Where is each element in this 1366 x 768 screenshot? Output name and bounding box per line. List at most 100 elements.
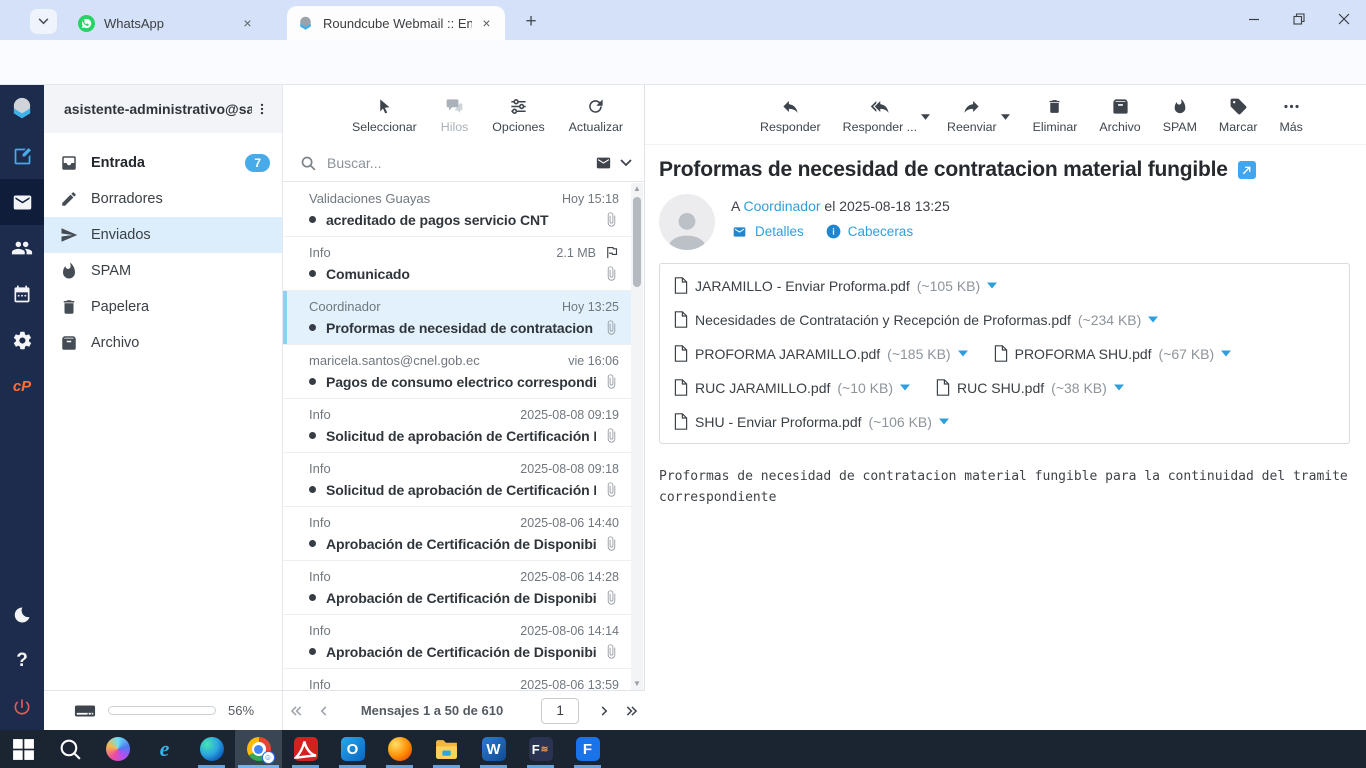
search-scope-button[interactable] — [594, 155, 632, 171]
cpanel-logo[interactable]: cP — [0, 363, 44, 409]
tab-whatsapp[interactable]: WhatsApp × — [68, 6, 266, 40]
rail-calendar-button[interactable] — [0, 271, 44, 317]
folder-item[interactable]: Entrada 7 — [44, 145, 282, 181]
taskbar-app-button[interactable] — [94, 730, 141, 768]
attachment-item[interactable]: SHU - Enviar Proforma.pdf (~106 KB) — [674, 413, 949, 430]
open-in-new-window-icon[interactable] — [1237, 161, 1256, 179]
attachment-menu-caret-icon[interactable] — [938, 418, 949, 425]
attachment-menu-caret-icon[interactable] — [1113, 384, 1124, 391]
attachment-name[interactable]: RUC JARAMILLO.pdf — [695, 380, 830, 396]
attachment-menu-caret-icon[interactable] — [987, 282, 998, 289]
account-header[interactable]: asistente-administrativo@sa... — [44, 85, 282, 133]
folder-item[interactable]: Enviados — [44, 217, 282, 253]
reply-all-caret-icon[interactable] — [921, 113, 931, 120]
taskbar-app-button[interactable] — [423, 730, 470, 768]
message-row[interactable]: Info 2025-08-06 14:28 Aprobación de Cert… — [283, 561, 633, 615]
attachment-item[interactable]: RUC JARAMILLO.pdf (~10 KB) — [674, 379, 911, 396]
search-input[interactable] — [327, 155, 584, 171]
attachment-item[interactable]: PROFORMA JARAMILLO.pdf (~185 KB) — [674, 345, 968, 362]
window-restore-button[interactable] — [1276, 0, 1321, 38]
message-row[interactable]: maricela.santos@cnel.gob.ec vie 16:06 Pa… — [283, 345, 633, 399]
roundcube-logo[interactable] — [0, 85, 44, 133]
last-page-button[interactable] — [624, 704, 640, 718]
logout-button[interactable] — [0, 684, 44, 730]
taskbar-app-button[interactable]: F — [564, 730, 611, 768]
window-close-button[interactable] — [1321, 0, 1366, 38]
account-menu-icon[interactable] — [252, 102, 272, 116]
taskbar-app-button[interactable]: ☺ — [235, 730, 282, 768]
attachment-menu-caret-icon[interactable] — [957, 350, 968, 357]
details-toggle[interactable]: Detalles — [731, 224, 804, 239]
message-row[interactable]: Validaciones Guayas Hoy 15:18 acreditado… — [283, 183, 633, 237]
headers-toggle[interactable]: Cabeceras — [826, 224, 913, 239]
attachment-menu-caret-icon[interactable] — [900, 384, 911, 391]
attachment-name[interactable]: RUC SHU.pdf — [957, 380, 1044, 396]
page-number-input[interactable] — [541, 697, 580, 724]
taskbar-app-button[interactable]: e — [141, 730, 188, 768]
spam-button[interactable]: SPAM — [1156, 92, 1204, 138]
message-row[interactable]: Info 2025-08-06 13:59 — [283, 669, 633, 690]
window-minimize-button[interactable] — [1231, 0, 1276, 38]
first-page-button[interactable] — [288, 704, 304, 718]
message-row[interactable]: Coordinador Hoy 13:25 Proformas de neces… — [283, 291, 633, 345]
rail-mail-button[interactable] — [0, 179, 44, 225]
taskbar-app-button[interactable] — [282, 730, 329, 768]
attachment-name[interactable]: Necesidades de Contratación y Recepción … — [695, 312, 1071, 328]
rail-contacts-button[interactable] — [0, 225, 44, 271]
taskbar-app-button[interactable] — [0, 730, 47, 768]
folder-item[interactable]: SPAM — [44, 253, 282, 289]
more-button[interactable]: Más — [1272, 92, 1309, 138]
taskbar-app-button[interactable] — [376, 730, 423, 768]
tab-close-icon[interactable]: × — [478, 15, 495, 32]
folder-item[interactable]: Papelera — [44, 289, 282, 325]
folder-item[interactable]: Borradores — [44, 181, 282, 217]
attachment-item[interactable]: Necesidades de Contratación y Recepción … — [674, 311, 1159, 328]
next-page-button[interactable] — [599, 704, 610, 718]
taskbar-app-button[interactable]: W — [470, 730, 517, 768]
flag-icon[interactable] — [604, 245, 619, 260]
archive-button[interactable]: Archivo — [1092, 92, 1147, 138]
list-scrollbar[interactable]: ▲ ▼ — [631, 183, 643, 690]
threads-button[interactable]: Hilos — [434, 92, 476, 138]
taskbar-app-button[interactable]: F ≋ — [517, 730, 564, 768]
scrollbar-thumb[interactable] — [633, 197, 641, 287]
taskbar-app-button[interactable] — [47, 730, 94, 768]
attachment-name[interactable]: JARAMILLO - Enviar Proforma.pdf — [695, 278, 910, 294]
help-button[interactable]: ? — [0, 638, 44, 684]
new-tab-button[interactable]: + — [518, 9, 544, 35]
attachment-name[interactable]: PROFORMA SHU.pdf — [1015, 346, 1152, 362]
recipient-link[interactable]: Coordinador — [743, 198, 820, 214]
mark-button[interactable]: Marcar — [1212, 92, 1265, 138]
tab-close-icon[interactable]: × — [239, 15, 256, 32]
options-button[interactable]: Opciones — [485, 92, 551, 138]
rail-settings-button[interactable] — [0, 317, 44, 363]
compose-button[interactable] — [0, 133, 44, 179]
message-row[interactable]: Info 2025-08-08 09:18 Solicitud de aprob… — [283, 453, 633, 507]
taskbar-app-button[interactable] — [188, 730, 235, 768]
message-row[interactable]: Info 2025-08-06 14:14 Aprobación de Cert… — [283, 615, 633, 669]
attachment-menu-caret-icon[interactable] — [1221, 350, 1232, 357]
select-button[interactable]: Seleccionar — [345, 92, 424, 138]
message-row[interactable]: Info 2025-08-08 09:19 Solicitud de aprob… — [283, 399, 633, 453]
reply-all-button[interactable]: Responder ... — [836, 92, 931, 138]
attachment-name[interactable]: SHU - Enviar Proforma.pdf — [695, 414, 862, 430]
attachment-item[interactable]: JARAMILLO - Enviar Proforma.pdf (~105 KB… — [674, 277, 998, 294]
folder-item[interactable]: Archivo — [44, 325, 282, 361]
tab-roundcube[interactable]: Roundcube Webmail :: Enviados × — [287, 6, 505, 40]
reply-button[interactable]: Responder — [753, 92, 828, 138]
attachment-item[interactable]: PROFORMA SHU.pdf (~67 KB) — [994, 345, 1232, 362]
scroll-down-arrow[interactable]: ▼ — [631, 678, 643, 690]
attachment-name[interactable]: PROFORMA JARAMILLO.pdf — [695, 346, 880, 362]
delete-button[interactable]: Eliminar — [1026, 92, 1085, 138]
prev-page-button[interactable] — [318, 704, 329, 718]
dark-mode-button[interactable] — [0, 592, 44, 638]
refresh-button[interactable]: Actualizar — [562, 92, 630, 138]
tab-list-chevron-button[interactable] — [30, 9, 57, 34]
scroll-up-arrow[interactable]: ▲ — [631, 183, 643, 195]
attachment-menu-caret-icon[interactable] — [1148, 316, 1159, 323]
forward-caret-icon[interactable] — [1000, 113, 1010, 120]
forward-button[interactable]: Reenviar — [940, 92, 1010, 138]
message-row[interactable]: Info 2.1 MB Comunicado — [283, 237, 633, 291]
taskbar-app-button[interactable]: O — [329, 730, 376, 768]
message-row[interactable]: Info 2025-08-06 14:40 Aprobación de Cert… — [283, 507, 633, 561]
